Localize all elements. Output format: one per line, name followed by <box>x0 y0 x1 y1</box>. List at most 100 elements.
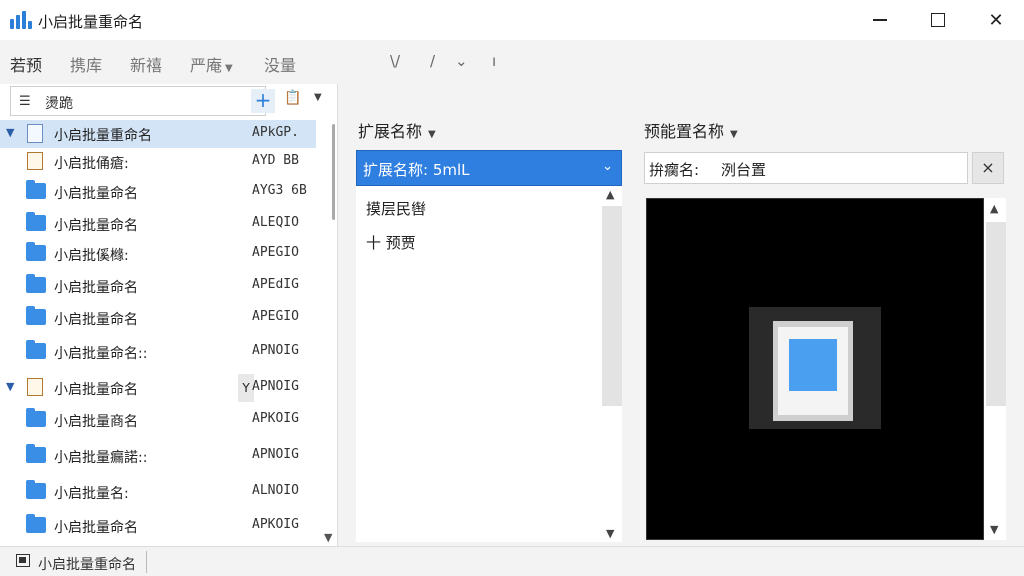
toolbar-glyph-1[interactable]: / <box>430 52 435 70</box>
status-divider <box>146 551 147 573</box>
extension-list-scrollbar[interactable]: ▲ ▼ <box>600 186 622 542</box>
tree-row-name: 小启批量重命名 <box>54 128 152 144</box>
minimize-button[interactable] <box>852 0 908 40</box>
clear-button[interactable]: × <box>972 152 1004 184</box>
tree-row-name: 小启批量瘺諾:: <box>54 450 148 466</box>
tree-row[interactable]: 小启批量商名 APKOIG <box>0 406 316 434</box>
tree-row-name: 小启批量命名 <box>54 280 138 296</box>
clipboard-icon[interactable]: 📋 <box>284 90 301 106</box>
expand-arrow-icon[interactable]: ▼ <box>6 126 14 139</box>
tree-row[interactable]: 小启批量瘺諾:: APNOIG <box>0 442 316 470</box>
tree-row-code: AYG3 6B <box>252 183 307 198</box>
chevron-down-icon[interactable]: ▼ <box>606 527 614 540</box>
menu-item-1[interactable]: 携库 <box>70 52 102 76</box>
tree-row-name: 小启批量名: <box>54 486 129 502</box>
tree-row-name: 小启批傒橼: <box>54 248 129 264</box>
extension-option-add[interactable]: 十 预贾 <box>366 232 416 253</box>
chevron-down-icon: ▼ <box>730 129 738 140</box>
tree-row-code: APKOIG <box>252 517 299 532</box>
tree-row[interactable]: 小启批傒橼: APEGIO <box>0 240 316 268</box>
window-title: 小启批量重命名 <box>38 13 144 31</box>
tree-scrollbar[interactable]: ▼ <box>318 120 336 546</box>
tree-row-code: ALNOIO <box>252 483 299 498</box>
folder-icon <box>26 274 46 293</box>
tree-row[interactable]: 小启批量名: ALNOIO <box>0 478 316 506</box>
tree-row[interactable]: ▼ 小启批量命名 Y APNOIG <box>0 374 316 402</box>
tree-row[interactable]: 小启批量命名 ALEQIO <box>0 210 316 238</box>
extension-header[interactable]: 扩展名称 ▼ <box>358 118 436 142</box>
status-text: 小启批量重命名 <box>38 557 136 573</box>
tree-row-name: 小启批量命名 <box>54 218 138 234</box>
tree-row-code: AYD BB <box>252 153 299 168</box>
tree-row-code: APNOIG <box>252 343 299 358</box>
expand-arrow-icon[interactable]: ▼ <box>6 380 14 393</box>
tree-row-code: APEGIO <box>252 309 299 324</box>
preview-name-header[interactable]: 预能置名称 ▼ <box>644 118 738 142</box>
new-name-field[interactable]: 拚瘸名: 洌台置 <box>644 152 968 184</box>
tree-row-code: APNOIG <box>252 379 299 394</box>
chevron-up-icon[interactable]: ▲ <box>606 188 614 201</box>
close-button[interactable]: ✕ <box>968 0 1024 40</box>
tree-row[interactable]: 小启批量命名 APEdIG <box>0 272 316 300</box>
menu-item-2[interactable]: 新禧 <box>130 52 162 76</box>
menu-bar: 若预 携库 新禧 严庵 ▼ 没量 \/ / ⌄ ı <box>0 40 1024 84</box>
maximize-button[interactable] <box>910 0 966 40</box>
scrollbar-thumb[interactable] <box>602 206 622 406</box>
preview-scrollbar[interactable]: ▲ ▼ <box>984 198 1006 540</box>
chevron-down-icon: ▼ <box>428 129 436 140</box>
folder-icon <box>26 180 46 199</box>
tree-row-code: ALEQIO <box>252 215 299 230</box>
tree-row[interactable]: 小启批量命名 APEGIO <box>0 304 316 332</box>
scrollbar-thumb[interactable] <box>332 124 335 220</box>
menu-item-3-label: 严庵 <box>190 56 223 75</box>
tree-row-code: APKOIG <box>252 411 299 426</box>
menu-item-4[interactable]: 没量 <box>264 52 296 76</box>
search-input[interactable]: ☰ 燙跪 + <box>10 86 275 116</box>
chevron-down-icon[interactable]: ▼ <box>324 531 332 544</box>
extension-select-value: 扩展名称: 5mlL <box>363 161 470 179</box>
scrollbar-thumb[interactable] <box>986 222 1006 406</box>
tree-row[interactable]: 小启批量命名 APKOIG <box>0 512 316 540</box>
folder-icon <box>26 408 46 427</box>
title-bar: 小启批量重命名 ✕ <box>0 0 1024 40</box>
toolbar-glyph-3[interactable]: ı <box>492 52 496 70</box>
tree-row-code: APEdIG <box>252 277 299 292</box>
extension-select[interactable]: 扩展名称: 5mlL ⌄ <box>356 150 622 186</box>
folder-icon <box>26 242 46 261</box>
file-tree: ▼ 小启批量重命名 APkGP. 小启批俑瘡: AYD BB 小启批量命名 AYG3 6B 小… <box>0 120 316 546</box>
tree-row[interactable]: 小启批量命名:: APNOIG <box>0 338 316 366</box>
menu-item-3[interactable]: 严庵 ▼ <box>190 52 233 76</box>
tree-row-name: 小启批量命名:: <box>54 346 148 362</box>
tree-row-code: APNOIG <box>252 447 299 462</box>
chevron-down-icon[interactable]: ▼ <box>314 92 322 103</box>
new-name-label: 拚瘸名: <box>649 161 700 179</box>
image-preview <box>646 198 984 540</box>
search-text: 燙跪 <box>45 96 73 112</box>
tree-row-name: 小启批量商名 <box>54 414 138 430</box>
tree-row-code: APkGP. <box>252 125 299 140</box>
toolbar-glyph-0[interactable]: \/ <box>390 52 400 70</box>
window-icon <box>16 554 30 567</box>
chevron-down-icon: ⌄ <box>602 159 613 174</box>
chevron-down-icon[interactable]: ▼ <box>990 523 998 536</box>
extension-option-0[interactable]: 摸层民辔 <box>366 198 426 219</box>
file-icon <box>27 378 43 396</box>
folder-icon <box>26 340 46 359</box>
tree-row-name: 小启批量命名 <box>54 382 138 398</box>
toolbar-glyph-2[interactable]: ⌄ <box>455 52 468 70</box>
menu-item-0[interactable]: 若预 <box>10 52 42 76</box>
chevron-up-icon[interactable]: ▲ <box>990 202 998 215</box>
tree-row[interactable]: ▼ 小启批量重命名 APkGP. <box>0 120 316 148</box>
tree-row[interactable]: 小启批量命名 AYG3 6B <box>0 178 316 206</box>
tree-row[interactable]: 小启批俑瘡: AYD BB <box>0 148 316 176</box>
folder-icon <box>26 480 46 499</box>
preview-shape-blue <box>789 339 837 391</box>
tree-row-name: 小启批量命名 <box>54 186 138 202</box>
folder-icon <box>26 212 46 231</box>
list-icon: ☰ <box>19 94 31 109</box>
extension-option-list: 摸层民辔 十 预贾 <box>356 186 600 542</box>
preview-name-header-label: 预能置名称 <box>644 122 725 141</box>
folder-icon <box>26 306 46 325</box>
folder-icon <box>26 444 46 463</box>
add-button[interactable]: + <box>251 89 275 113</box>
